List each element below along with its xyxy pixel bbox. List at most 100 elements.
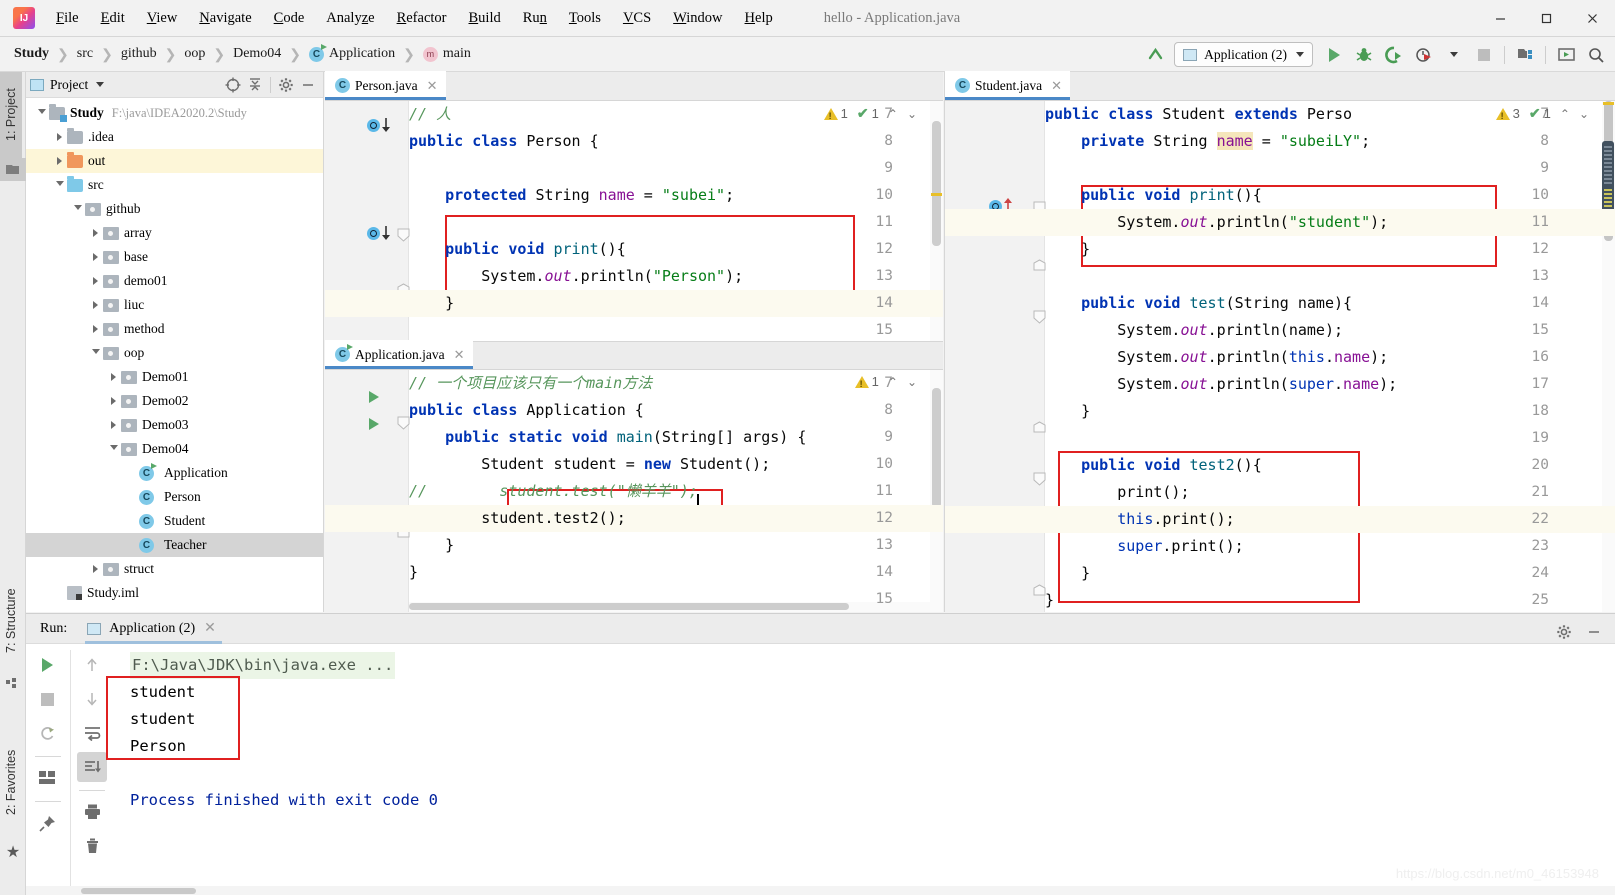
down-stack-button[interactable]	[77, 684, 107, 714]
editor-gutter-application[interactable]	[325, 370, 409, 612]
tree-node-struct[interactable]: struct	[26, 557, 323, 581]
code-line[interactable]: Student student = new Student();	[409, 451, 770, 478]
code-line[interactable]: }	[409, 559, 418, 586]
code-line[interactable]: public void test2(){	[1045, 452, 1262, 479]
scroll-to-end-button[interactable]	[77, 752, 108, 782]
scroll-thumb[interactable]	[81, 888, 196, 894]
tree-node-demo01[interactable]: demo01	[26, 269, 323, 293]
tree-node-teacher[interactable]: C Teacher	[26, 533, 323, 557]
tree-node-github[interactable]: github	[26, 197, 323, 221]
tab-student-java[interactable]: C Student.java ✕	[945, 71, 1071, 100]
profiler-dropdown[interactable]	[1440, 41, 1468, 69]
tree-node-src[interactable]: src	[26, 173, 323, 197]
tree-node-application[interactable]: C Application	[26, 461, 323, 485]
tree-node-base[interactable]: base	[26, 245, 323, 269]
sidebar-tab-structure[interactable]: 7: Structure	[0, 568, 26, 673]
tree-node-oop[interactable]: oop	[26, 341, 323, 365]
menu-navigate[interactable]: Navigate	[188, 6, 262, 31]
override-method-icon[interactable]	[367, 227, 380, 240]
code-line[interactable]: public void test(String name){	[1045, 290, 1352, 317]
code-line[interactable]: }	[1045, 236, 1090, 263]
stop-button[interactable]	[1470, 41, 1498, 69]
code-line[interactable]: protected String name = "subei";	[409, 182, 734, 209]
up-stack-button[interactable]	[77, 650, 107, 680]
preview-window-button[interactable]	[1552, 41, 1580, 69]
code-line[interactable]: System.out.println(super.name);	[1045, 371, 1397, 398]
code-line[interactable]: }	[409, 290, 454, 317]
menu-view[interactable]: View	[136, 6, 189, 31]
close-button[interactable]	[1569, 0, 1615, 37]
chevron-up-icon[interactable]: ⌃	[1560, 107, 1570, 121]
run-gutter-icon[interactable]	[369, 391, 379, 403]
code-line[interactable]: print();	[1045, 479, 1189, 506]
sidebar-tab-project[interactable]: 1: Project	[0, 72, 22, 158]
code-line[interactable]: // 人	[409, 101, 451, 128]
tab-person-java[interactable]: C Person.java ✕	[325, 71, 446, 100]
menu-edit[interactable]: Edit	[90, 6, 136, 31]
run-configuration-selector[interactable]: Application (2)	[1174, 42, 1313, 67]
search-everywhere-icon[interactable]	[1582, 41, 1610, 69]
menu-run[interactable]: Run	[512, 6, 558, 31]
hide-panel-icon[interactable]	[297, 74, 319, 96]
tree-node-person[interactable]: C Person	[26, 485, 323, 509]
editor-person-java[interactable]: 1 ✔ 1 ⌃ ⌄ 7// 人8public class Person {910…	[325, 101, 943, 341]
scroll-from-source-icon[interactable]	[222, 74, 244, 96]
tree-node-out[interactable]: out	[26, 149, 323, 173]
tree-node-study-iml[interactable]: Study.iml	[26, 581, 323, 605]
code-line[interactable]: System.out.println("student");	[1045, 209, 1388, 236]
bottom-hscrollbar[interactable]	[26, 886, 1615, 895]
code-line[interactable]: }	[1045, 398, 1090, 425]
chevron-up-icon[interactable]: ⌃	[888, 107, 898, 121]
sidebar-tab-favorites[interactable]: 2: Favorites	[0, 727, 26, 837]
gear-icon[interactable]	[1550, 618, 1578, 646]
breadcrumb-item-study[interactable]: Study	[12, 44, 51, 64]
hide-panel-icon[interactable]	[1580, 618, 1608, 646]
menu-code[interactable]: Code	[263, 6, 316, 31]
editor-gutter-student[interactable]	[945, 101, 1045, 612]
breadcrumb-item-application[interactable]: C Application	[307, 43, 397, 64]
chevron-up-icon[interactable]: ⌃	[888, 375, 898, 389]
tree-expander-closed[interactable]	[88, 229, 103, 237]
tree-expander-open[interactable]	[88, 348, 103, 358]
debug-button[interactable]	[1350, 41, 1378, 69]
tree-node-demo02[interactable]: Demo02	[26, 389, 323, 413]
stop-button[interactable]	[33, 684, 63, 714]
collapse-all-icon[interactable]	[244, 74, 266, 96]
restart-button[interactable]	[33, 718, 63, 748]
run-console-output[interactable]: F:\Java\JDK\bin\java.exe ... student stude…	[114, 644, 1615, 895]
override-method-icon[interactable]	[367, 119, 380, 132]
tree-node-method[interactable]: method	[26, 317, 323, 341]
code-line[interactable]: public class Application {	[409, 397, 644, 424]
project-structure-button[interactable]	[1511, 41, 1539, 69]
menu-analyze[interactable]: Analyze	[315, 6, 385, 31]
layout-button[interactable]	[33, 763, 63, 793]
tree-node-demo03[interactable]: Demo03	[26, 413, 323, 437]
clear-all-button[interactable]	[77, 831, 107, 861]
tree-expander-closed[interactable]	[88, 253, 103, 261]
chevron-down-icon[interactable]: ⌄	[1579, 107, 1589, 121]
editor-application-java[interactable]: 1 ⌃ ⌄ 7// 一个项目应该只有一个main方法8public class …	[325, 370, 943, 612]
code-line[interactable]: student.test2();	[409, 505, 626, 532]
code-line[interactable]: // student.test("懒羊羊");	[409, 478, 698, 505]
menu-tools[interactable]: Tools	[558, 6, 612, 31]
tree-expander-closed[interactable]	[88, 277, 103, 285]
tree-node-array[interactable]: array	[26, 221, 323, 245]
tree-node-demo04[interactable]: Demo04	[26, 437, 323, 461]
code-line[interactable]: public static void main(String[] args) {	[409, 424, 806, 451]
tree-expander-closed[interactable]	[106, 373, 121, 381]
code-line[interactable]: }	[409, 532, 454, 559]
run-button[interactable]	[1320, 41, 1348, 69]
tree-expander-closed[interactable]	[88, 565, 103, 573]
breadcrumb-item-github[interactable]: github	[119, 44, 159, 64]
tree-node-study[interactable]: Study F:\java\IDEA2020.2\Study	[26, 101, 323, 125]
close-icon[interactable]: ✕	[204, 620, 216, 637]
code-line[interactable]: private String name = "subeiLY";	[1045, 128, 1370, 155]
code-line[interactable]: System.out.println(name);	[1045, 317, 1343, 344]
tree-expander-closed[interactable]	[106, 421, 121, 429]
code-line[interactable]: this.print();	[1045, 506, 1234, 533]
minimize-button[interactable]	[1477, 0, 1523, 37]
tree-expander-closed[interactable]	[88, 325, 103, 333]
tree-expander-open[interactable]	[52, 180, 67, 190]
chevron-down-icon[interactable]: ⌄	[907, 375, 917, 389]
rerun-button[interactable]	[33, 650, 63, 680]
